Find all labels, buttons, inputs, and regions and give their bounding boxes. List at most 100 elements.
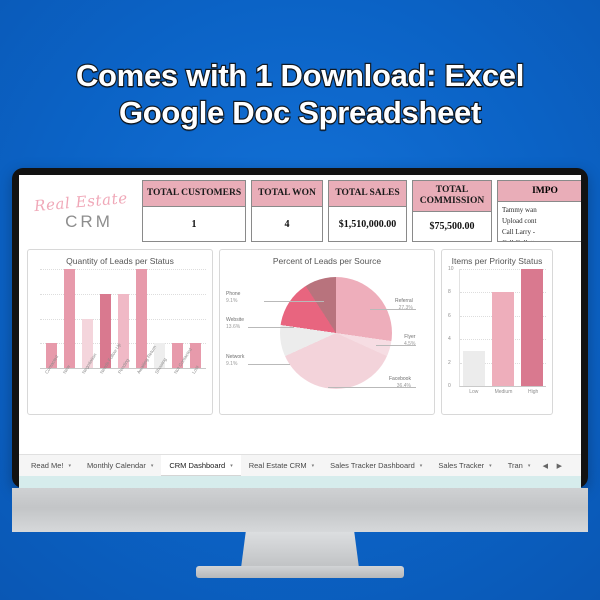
- sheet-tab-label: CRM Dashboard: [169, 461, 226, 470]
- bar: [63, 269, 75, 368]
- chevron-down-icon[interactable]: ▾: [69, 463, 72, 469]
- pie-label-name: Phone: [226, 291, 241, 297]
- kpi-card-total-won: TOTAL WON 4: [251, 180, 323, 242]
- list-item: Upload cont: [502, 216, 537, 225]
- chevron-down-icon[interactable]: ▾: [151, 463, 154, 469]
- y-axis-tick-label: 2: [448, 359, 451, 366]
- pie-label-name: Referral: [395, 298, 413, 304]
- chart-items-per-priority: Items per Priority Status 0 2 4 6 8 10 Low Med…: [441, 249, 553, 415]
- pie-label-website: Website 13.6%: [226, 317, 244, 331]
- pie-leader-line: [264, 301, 324, 302]
- sheet-tab-monthly-calendar[interactable]: Monthly Calendar ▾: [79, 455, 161, 476]
- kpi-value: $75,500.00: [429, 220, 475, 232]
- kpi-title: TOTAL CUSTOMERS: [143, 181, 245, 207]
- brand-logo: Real Estate CRM: [25, 180, 137, 242]
- pie-label-value: 4.5%: [404, 340, 416, 347]
- kpi-card-total-sales: TOTAL SALES $1,510,000.00: [328, 180, 407, 242]
- chevron-down-icon[interactable]: ▾: [528, 463, 531, 469]
- dashboard-charts-row: Quantity of Leads per Status Contacted Ne…: [25, 249, 581, 415]
- pie-label-network: Network 9.1%: [226, 354, 244, 368]
- priority-chart-plot-area: 0 2 4 6 8 10: [448, 266, 546, 389]
- chart-title: Items per Priority Status: [451, 256, 543, 266]
- pie-chart: [280, 277, 392, 389]
- pie-leader-line: [248, 364, 290, 365]
- sheet-tab-label: Monthly Calendar: [87, 461, 146, 470]
- sheet-tab-read-me[interactable]: Read Me! ▾: [23, 455, 79, 476]
- sheet-tab-sales-tracker[interactable]: Sales Tracker ▾: [430, 455, 499, 476]
- chevron-down-icon[interactable]: ▾: [312, 463, 315, 469]
- monitor-bezel: Real Estate CRM TOTAL CUSTOMERS 1 TOTAL …: [12, 168, 588, 488]
- pie-label-referral: Referral 27.3%: [395, 298, 413, 312]
- sheet-tab-sales-tracker-dashboard[interactable]: Sales Tracker Dashboard ▾: [322, 455, 430, 476]
- pie-label-name: Network: [226, 354, 245, 360]
- pie-label-facebook: Facebook 36.4%: [389, 376, 411, 390]
- spreadsheet-dashboard: Real Estate CRM TOTAL CUSTOMERS 1 TOTAL …: [19, 175, 581, 488]
- chevron-left-icon[interactable]: ◀: [538, 459, 552, 473]
- bar-group: [460, 269, 546, 386]
- kpi-title: TOTAL SALES: [329, 181, 406, 207]
- list-item: Call Larry -: [502, 227, 536, 236]
- sheet-tab-crm-dashboard[interactable]: CRM Dashboard ▾: [161, 455, 241, 476]
- pie-label-value: 36.4%: [396, 382, 411, 389]
- list-item: Call Collette: [502, 238, 581, 241]
- bar: [463, 350, 486, 386]
- chart-leads-per-status: Quantity of Leads per Status Contacted Ne…: [27, 249, 213, 415]
- important-notes-panel: IMPO Tammy wan Upload cont Call Larry - …: [497, 180, 581, 242]
- sheet-tab-label: Real Estate CRM: [248, 461, 307, 470]
- chevron-down-icon[interactable]: ▾: [230, 463, 233, 469]
- y-axis-tick-label: 8: [448, 289, 451, 296]
- sheet-tab-real-estate-crm[interactable]: Real Estate CRM ▾: [241, 455, 322, 476]
- kpi-value: 1: [191, 218, 197, 230]
- bar: [520, 269, 543, 386]
- kpi-title: TOTAL COMMISSION: [413, 181, 491, 212]
- priority-chart-category-labels: Low Medium High: [459, 389, 548, 395]
- bar-chart-category-labels: ContactedNewNegotiationNeeds Follow UpPe…: [40, 342, 206, 418]
- sheet-tab-tran[interactable]: Tran ▾: [500, 455, 539, 476]
- kpi-value: 4: [284, 218, 290, 230]
- y-axis-tick-label: 4: [448, 336, 451, 343]
- bar: [117, 293, 129, 368]
- bar-chart-plot-area: [40, 269, 206, 369]
- logo-script-text: Real Estate: [33, 188, 129, 215]
- kpi-card-total-commission: TOTAL COMMISSION $75,500.00: [412, 180, 492, 242]
- kpi-value: $1,510,000.00: [338, 218, 397, 230]
- pie-label-phone: Phone 9.1%: [226, 291, 240, 305]
- monitor-screen: Real Estate CRM TOTAL CUSTOMERS 1 TOTAL …: [19, 175, 581, 488]
- pie-chart-area: Phone 9.1% Website 13.6% Network 9.1% Re…: [224, 269, 430, 411]
- important-notes-title: IMPO: [498, 181, 581, 202]
- kpi-card-total-customers: TOTAL CUSTOMERS 1: [142, 180, 246, 242]
- pie-label-value: 9.1%: [226, 360, 238, 367]
- sheet-tab-bar[interactable]: Read Me! ▾ Monthly Calendar ▾ CRM Dashboard ▾…: [19, 454, 581, 476]
- sheet-tab-label: Read Me!: [31, 461, 64, 470]
- pie-label-flyer: Flyer 4.5%: [404, 334, 415, 348]
- sheet-tab-label: Sales Tracker Dashboard: [330, 461, 415, 470]
- bar: [135, 269, 147, 368]
- important-notes-list: Tammy wan Upload cont Call Larry - Call …: [498, 202, 581, 241]
- bar: [491, 292, 514, 386]
- pie-label-name: Website: [226, 317, 244, 323]
- chevron-down-icon[interactable]: ▾: [420, 463, 423, 469]
- list-item: Tammy wan: [502, 206, 537, 214]
- pie-label-name: Facebook: [389, 376, 411, 382]
- logo-mark-text: CRM: [65, 211, 113, 231]
- pie-label-name: Flyer: [404, 334, 416, 340]
- headline: Comes with 1 Download: Excel Google Doc …: [0, 57, 600, 131]
- y-axis-tick-label: 10: [448, 266, 454, 272]
- pie-label-value: 13.6%: [226, 323, 241, 330]
- sheet-bottom-strip: [19, 476, 581, 488]
- dashboard-header-row: Real Estate CRM TOTAL CUSTOMERS 1 TOTAL …: [25, 180, 581, 242]
- chevron-right-icon[interactable]: ▶: [552, 459, 566, 473]
- chart-title: Percent of Leads per Source: [272, 256, 382, 266]
- y-axis-tick-label: 0: [448, 383, 451, 389]
- bar-category-label: High: [527, 389, 539, 395]
- pie-leader-line: [248, 327, 294, 328]
- bar-category-label: Low: [469, 389, 479, 395]
- chevron-down-icon[interactable]: ▾: [489, 463, 492, 469]
- sheet-tab-label: Sales Tracker: [438, 461, 485, 470]
- y-axis-tick-label: 6: [448, 312, 451, 319]
- pie-label-value: 27.3%: [398, 304, 413, 311]
- headline-line-1: Comes with 1 Download: Excel: [75, 57, 526, 94]
- monitor-chin: [12, 488, 588, 532]
- bar-category-label: Medium: [494, 389, 513, 395]
- monitor-stand-neck: [241, 532, 359, 568]
